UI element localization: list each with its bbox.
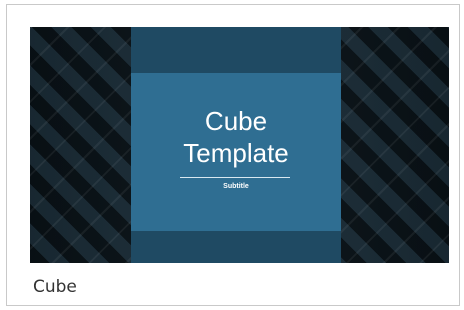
- thumbnail-title-line1: Cube: [204, 106, 268, 136]
- template-card[interactable]: Cube Template Subtitle Cube: [6, 4, 460, 306]
- title-divider: [180, 177, 290, 178]
- template-name: Cube: [33, 277, 77, 297]
- thumbnail-subtitle: Subtitle: [223, 183, 249, 190]
- thumbnail-title-line2: Template: [183, 138, 289, 168]
- template-thumbnail[interactable]: Cube Template Subtitle: [30, 27, 449, 263]
